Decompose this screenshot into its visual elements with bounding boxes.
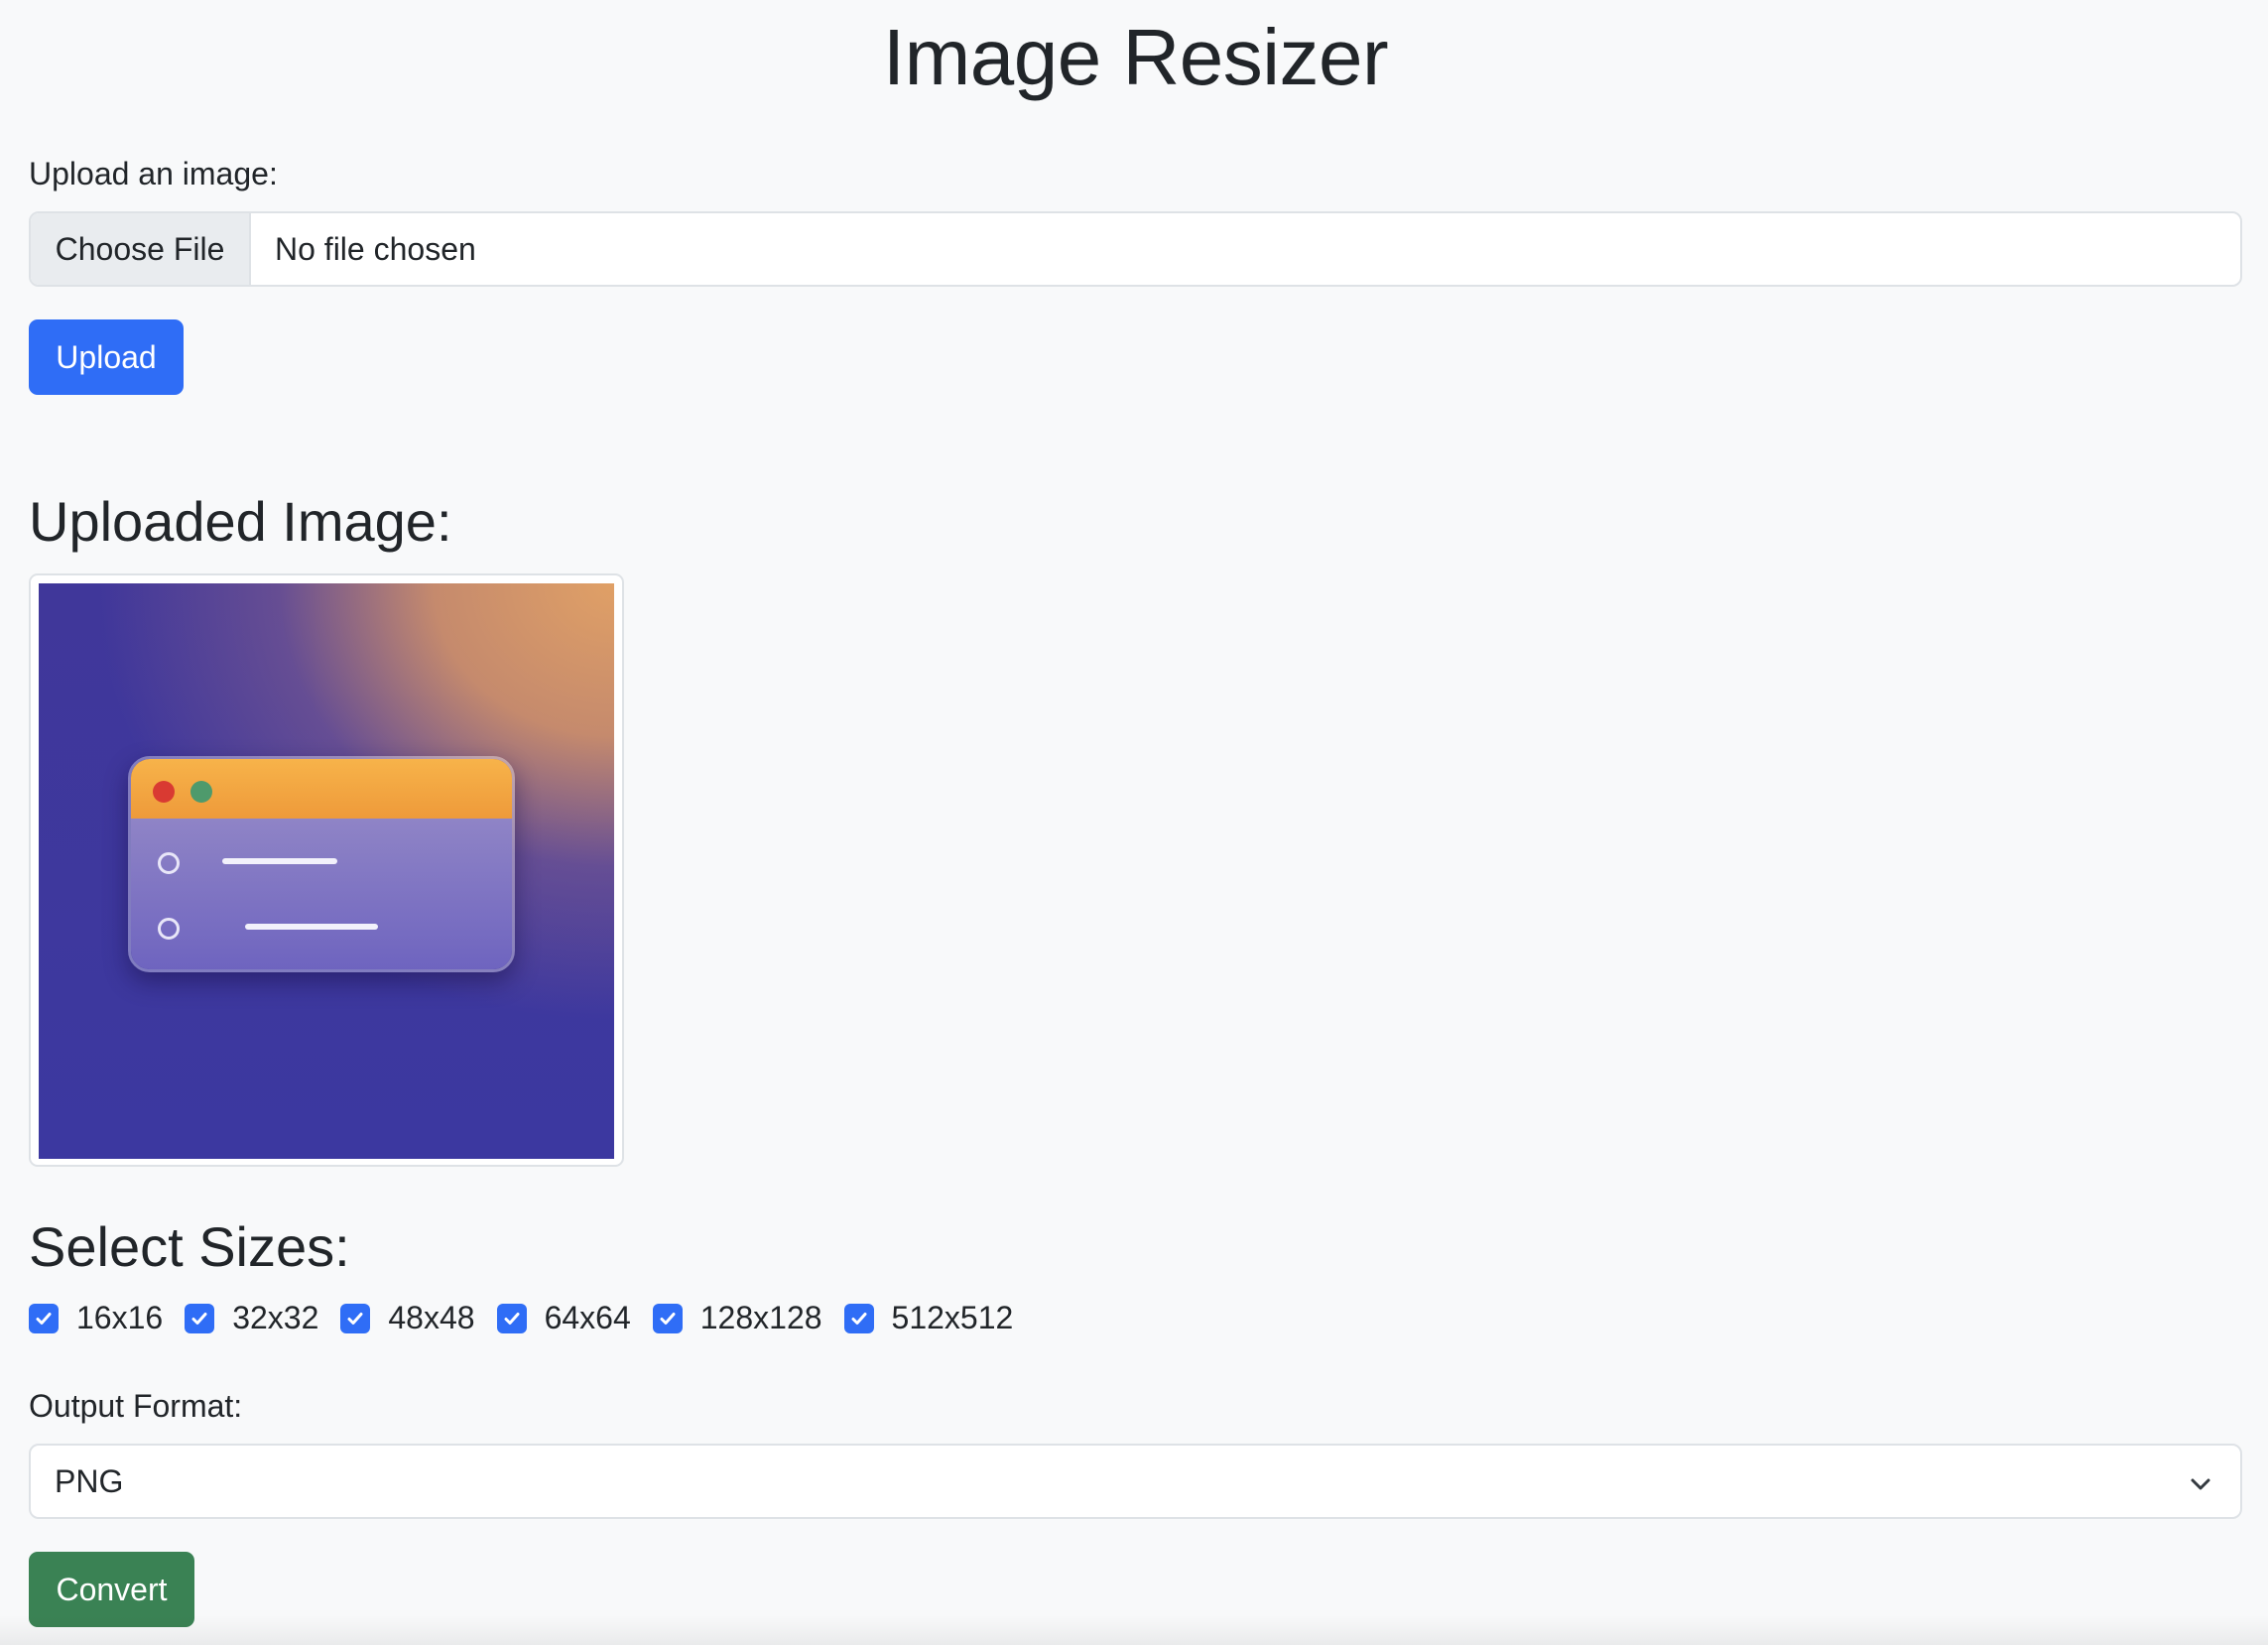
output-format-select[interactable]: PNG bbox=[29, 1444, 2242, 1519]
check-icon[interactable] bbox=[843, 1303, 874, 1333]
check-icon[interactable] bbox=[496, 1303, 527, 1333]
size-option-64[interactable]: 64x64 bbox=[496, 1300, 631, 1336]
check-icon[interactable] bbox=[340, 1303, 371, 1333]
window-title-bar bbox=[131, 759, 512, 819]
size-label: 512x512 bbox=[891, 1300, 1014, 1335]
radio-icon bbox=[158, 918, 180, 940]
radio-icon bbox=[158, 852, 180, 874]
uploaded-image-heading: Uploaded Image: bbox=[29, 490, 452, 553]
size-option-128[interactable]: 128x128 bbox=[652, 1300, 822, 1336]
upload-label: Upload an image: bbox=[29, 156, 278, 191]
size-options: 16x16 32x32 48x48 64x64 128x128 512x512 bbox=[29, 1300, 1035, 1336]
size-label: 128x128 bbox=[699, 1300, 822, 1335]
page-title: Image Resizer bbox=[882, 13, 1389, 101]
check-icon[interactable] bbox=[652, 1303, 683, 1333]
choose-file-button[interactable]: Choose File bbox=[31, 213, 251, 285]
select-sizes-heading: Select Sizes: bbox=[29, 1215, 350, 1278]
text-line bbox=[245, 924, 378, 930]
window-body bbox=[131, 819, 512, 969]
uploaded-image-frame bbox=[29, 573, 624, 1167]
size-option-512[interactable]: 512x512 bbox=[843, 1300, 1014, 1336]
size-label: 16x16 bbox=[76, 1300, 164, 1335]
output-format-label: Output Format: bbox=[29, 1388, 243, 1424]
size-option-16[interactable]: 16x16 bbox=[29, 1300, 163, 1336]
size-label: 32x32 bbox=[232, 1300, 319, 1335]
check-icon[interactable] bbox=[29, 1303, 59, 1333]
size-option-48[interactable]: 48x48 bbox=[340, 1300, 475, 1336]
file-input[interactable]: Choose File No file chosen bbox=[29, 211, 2242, 287]
window-illustration bbox=[128, 756, 515, 972]
maximize-dot-icon bbox=[190, 781, 212, 803]
text-line bbox=[222, 858, 337, 864]
size-option-32[interactable]: 32x32 bbox=[185, 1300, 318, 1336]
size-label: 64x64 bbox=[544, 1300, 631, 1335]
close-dot-icon bbox=[153, 781, 175, 803]
upload-button[interactable]: Upload bbox=[29, 319, 184, 395]
check-icon[interactable] bbox=[185, 1303, 215, 1333]
size-label: 48x48 bbox=[388, 1300, 475, 1335]
chevron-down-icon bbox=[2187, 1469, 2214, 1506]
uploaded-image bbox=[39, 583, 614, 1159]
bottom-edge-shadow bbox=[0, 1615, 2268, 1645]
output-format-value: PNG bbox=[55, 1462, 124, 1499]
file-status-text: No file chosen bbox=[275, 230, 476, 267]
